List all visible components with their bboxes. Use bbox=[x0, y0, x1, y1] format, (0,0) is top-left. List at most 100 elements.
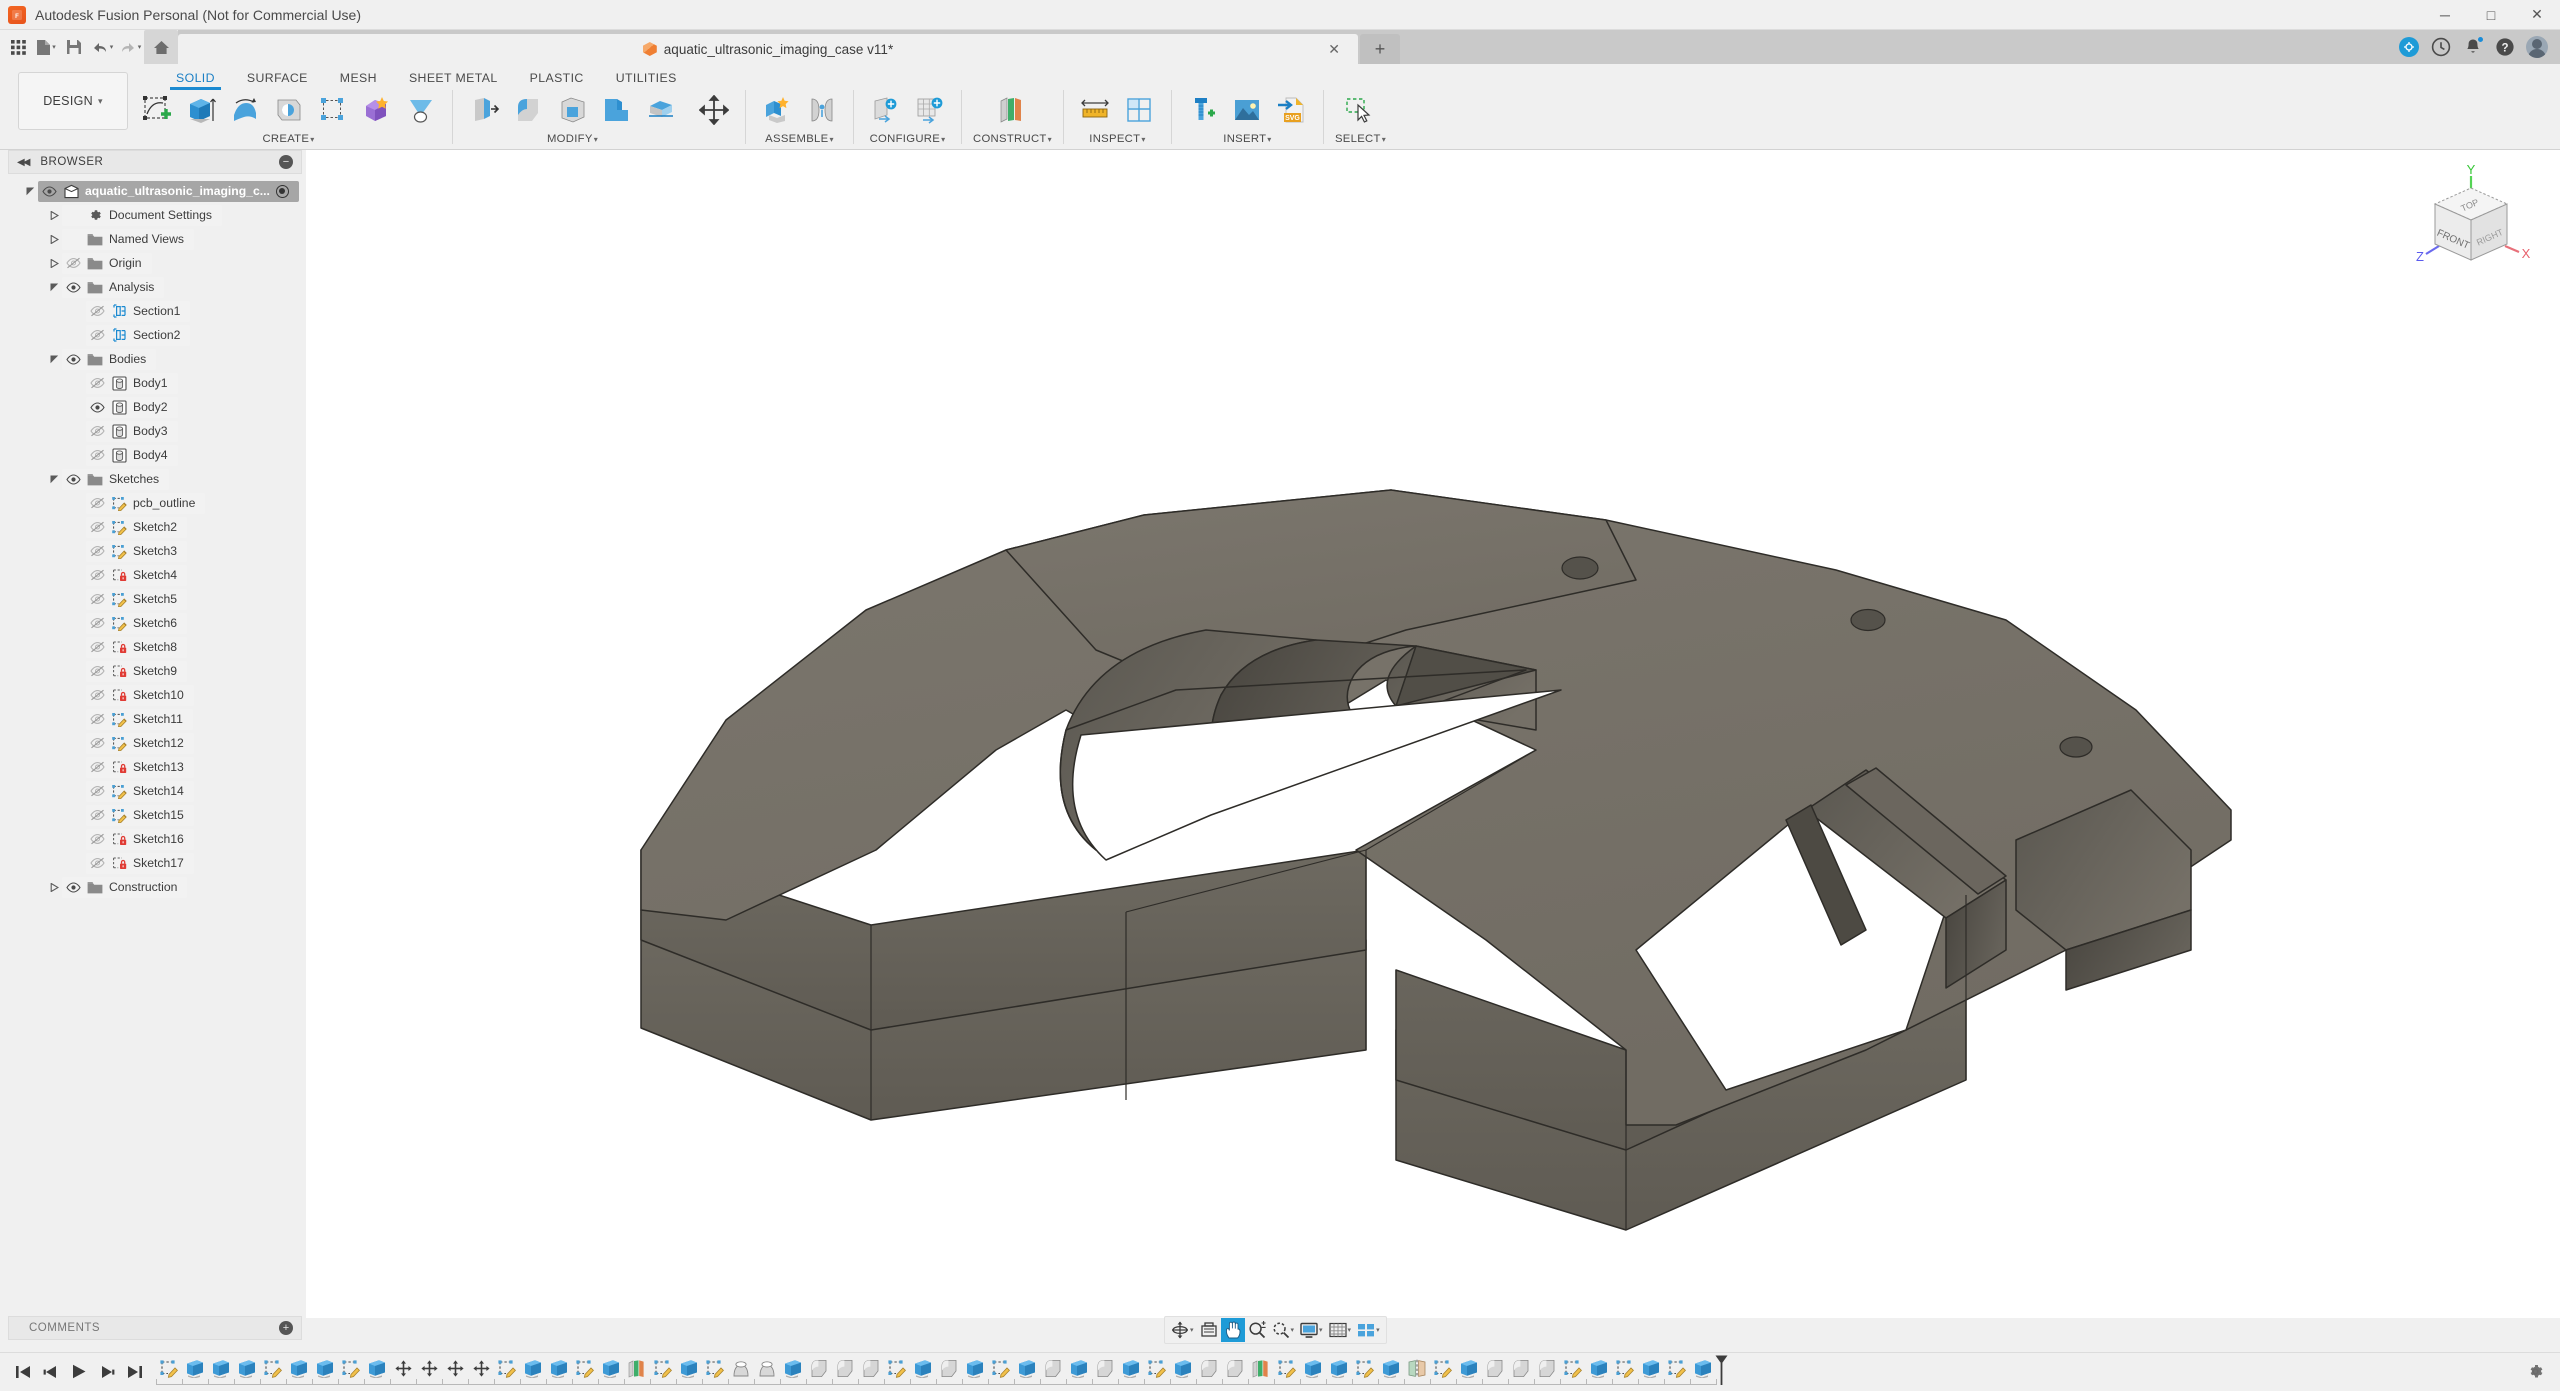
timeline-feature-fillet[interactable] bbox=[1196, 1356, 1222, 1382]
press-pull-icon[interactable] bbox=[464, 90, 505, 130]
browser-tree-row[interactable]: Sketch3 bbox=[8, 539, 302, 563]
minimize-button[interactable]: ─ bbox=[2422, 0, 2468, 30]
visibility-toggle-icon[interactable] bbox=[86, 402, 108, 413]
timeline-feature-sketch[interactable] bbox=[1612, 1356, 1638, 1382]
browser-tree-row[interactable]: Section1 bbox=[8, 299, 302, 323]
timeline-feature-extrude[interactable] bbox=[1300, 1356, 1326, 1382]
tab-surface[interactable]: SURFACE bbox=[231, 69, 324, 90]
create-form-icon[interactable] bbox=[356, 90, 397, 130]
browser-item-sketch16[interactable]: Sketch16 bbox=[86, 829, 194, 850]
tab-mesh[interactable]: MESH bbox=[324, 69, 393, 90]
timeline-feature-sketch[interactable] bbox=[572, 1356, 598, 1382]
go-to-beginning-button[interactable] bbox=[10, 1359, 36, 1385]
timeline-feature-sketch[interactable] bbox=[988, 1356, 1014, 1382]
insert-svg-icon[interactable]: SVG bbox=[1271, 90, 1312, 130]
split-body-icon[interactable] bbox=[640, 90, 681, 130]
extrude-icon[interactable] bbox=[180, 90, 221, 130]
browser-item-sketch3[interactable]: Sketch3 bbox=[86, 541, 187, 562]
browser-tree-row[interactable]: pcb_outline bbox=[8, 491, 302, 515]
browser-tree-row[interactable]: Document Settings bbox=[8, 203, 302, 227]
3d-model[interactable] bbox=[306, 150, 2560, 1318]
browser-item-body2[interactable]: Body2 bbox=[86, 397, 178, 418]
help-icon[interactable]: ? bbox=[2492, 34, 2518, 60]
ribbon-group-assemble-label[interactable]: ASSEMBLE▾ bbox=[765, 133, 834, 145]
timeline-feature-extrude[interactable] bbox=[364, 1356, 390, 1382]
timeline-feature-extrude[interactable] bbox=[780, 1356, 806, 1382]
browser-tree-row[interactable]: Body4 bbox=[8, 443, 302, 467]
browser-item-document-settings[interactable]: Document Settings bbox=[62, 205, 222, 226]
tab-utilities[interactable]: UTILITIES bbox=[600, 69, 693, 90]
browser-tree-row[interactable]: Sketch15 bbox=[8, 803, 302, 827]
browser-item-origin[interactable]: Origin bbox=[62, 253, 152, 274]
browser-tree-row[interactable]: Origin bbox=[8, 251, 302, 275]
timeline-feature-loft[interactable] bbox=[754, 1356, 780, 1382]
configure-design-icon[interactable] bbox=[865, 90, 906, 130]
expand-collapse-arrow-icon[interactable] bbox=[46, 883, 62, 892]
visibility-toggle-icon[interactable] bbox=[86, 785, 108, 797]
browser-tree-row[interactable]: Sketches bbox=[8, 467, 302, 491]
browser-item-sketch2[interactable]: Sketch2 bbox=[86, 517, 187, 538]
pan-icon[interactable] bbox=[1221, 1318, 1245, 1342]
timeline-feature-extrude[interactable] bbox=[676, 1356, 702, 1382]
timeline-feature-extrude[interactable] bbox=[546, 1356, 572, 1382]
browser-tree-row[interactable]: Analysis bbox=[8, 275, 302, 299]
visibility-toggle-icon[interactable] bbox=[86, 737, 108, 749]
timeline-feature-move[interactable] bbox=[468, 1356, 494, 1382]
zoom-icon[interactable] bbox=[1245, 1318, 1269, 1342]
timeline-feature-sketch[interactable] bbox=[1664, 1356, 1690, 1382]
close-window-button[interactable]: ✕ bbox=[2514, 0, 2560, 30]
close-tab-button[interactable]: ✕ bbox=[1322, 41, 1346, 58]
undo-icon[interactable]: ▾ bbox=[88, 32, 116, 62]
timeline-feature-move[interactable] bbox=[442, 1356, 468, 1382]
move-copy-icon[interactable] bbox=[693, 90, 734, 130]
timeline-feature-extrude[interactable] bbox=[1690, 1356, 1716, 1382]
visibility-toggle-icon[interactable] bbox=[86, 521, 108, 533]
browser-tree-row[interactable]: Sketch10 bbox=[8, 683, 302, 707]
timeline-feature-sketch[interactable] bbox=[1352, 1356, 1378, 1382]
browser-tree-row[interactable]: Body1 bbox=[8, 371, 302, 395]
timeline-feature-fillet[interactable] bbox=[806, 1356, 832, 1382]
go-to-end-button[interactable] bbox=[122, 1359, 148, 1385]
browser-item-named-views[interactable]: Named Views bbox=[62, 229, 194, 250]
configure-table-icon[interactable] bbox=[909, 90, 950, 130]
visibility-toggle-icon[interactable] bbox=[86, 377, 108, 389]
construct-plane-icon[interactable] bbox=[992, 90, 1033, 130]
home-icon[interactable] bbox=[144, 30, 178, 64]
expand-collapse-arrow-icon[interactable] bbox=[46, 211, 62, 220]
timeline-feature-fillet[interactable] bbox=[936, 1356, 962, 1382]
document-tab[interactable]: aquatic_ultrasonic_imaging_case v11* ✕ bbox=[178, 34, 1358, 64]
ribbon-group-modify-label[interactable]: MODIFY▾ bbox=[547, 133, 598, 145]
timeline-feature-sketch[interactable] bbox=[338, 1356, 364, 1382]
timeline-feature-sketch[interactable] bbox=[1430, 1356, 1456, 1382]
timeline-feature-extrude[interactable] bbox=[234, 1356, 260, 1382]
browser-item-sketch14[interactable]: Sketch14 bbox=[86, 781, 194, 802]
browser-tree-row[interactable]: Body2 bbox=[8, 395, 302, 419]
visibility-toggle-icon[interactable] bbox=[86, 329, 108, 341]
browser-item-sketch15[interactable]: Sketch15 bbox=[86, 805, 194, 826]
browser-item-sketch8[interactable]: Sketch8 bbox=[86, 637, 187, 658]
timeline-feature-sketch[interactable] bbox=[494, 1356, 520, 1382]
create-sketch-icon[interactable] bbox=[136, 90, 177, 130]
timeline-feature-move[interactable] bbox=[416, 1356, 442, 1382]
browser-item-aquatic_ultrasonic_imaging_c...[interactable]: aquatic_ultrasonic_imaging_c... bbox=[38, 181, 299, 202]
visibility-toggle-icon[interactable] bbox=[86, 857, 108, 869]
visibility-toggle-icon[interactable] bbox=[86, 497, 108, 509]
view-cube[interactable]: TOP FRONT RIGHT Y X Z bbox=[2405, 160, 2535, 280]
timeline-feature-extrude[interactable] bbox=[1118, 1356, 1144, 1382]
browser-item-sketch9[interactable]: Sketch9 bbox=[86, 661, 187, 682]
browser-item-pcb_outline[interactable]: pcb_outline bbox=[86, 493, 205, 514]
visibility-toggle-icon[interactable] bbox=[86, 425, 108, 437]
viewports-icon[interactable]: ▾ bbox=[1354, 1318, 1383, 1342]
browser-tree-row[interactable]: Sketch11 bbox=[8, 707, 302, 731]
visibility-toggle-icon[interactable] bbox=[86, 641, 108, 653]
visibility-toggle-icon[interactable] bbox=[62, 882, 84, 893]
expand-collapse-arrow-icon[interactable] bbox=[46, 283, 62, 292]
browser-item-bodies[interactable]: Bodies bbox=[62, 349, 156, 370]
browser-item-sketch4[interactable]: Sketch4 bbox=[86, 565, 187, 586]
browser-item-sketch17[interactable]: Sketch17 bbox=[86, 853, 194, 874]
fillet-icon[interactable] bbox=[508, 90, 549, 130]
visibility-toggle-icon[interactable] bbox=[86, 593, 108, 605]
timeline-track[interactable] bbox=[156, 1353, 1716, 1391]
browser-item-section1[interactable]: Section1 bbox=[86, 301, 190, 322]
ribbon-group-construct-label[interactable]: CONSTRUCT▾ bbox=[973, 133, 1052, 145]
